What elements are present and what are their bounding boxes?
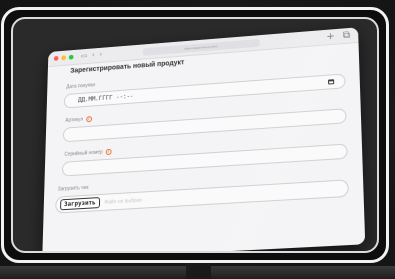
upload-button[interactable]: Загрузить (60, 197, 100, 211)
receipt-label-text: Загрузить чек (57, 184, 89, 193)
purchase-date-label-text: Дата покупки (66, 82, 96, 91)
article-label-text: Артикул (65, 116, 84, 124)
scene: ▭ ‹ › tilda.ru/page/new-product + ⧉ Заре… (0, 0, 395, 279)
screen-perspective: ▭ ‹ › tilda.ru/page/new-product + ⧉ Заре… (13, 19, 377, 251)
forward-icon[interactable]: › (99, 51, 102, 59)
warning-icon: ! (85, 116, 92, 123)
sidebar-icon[interactable]: ▭ (81, 52, 87, 60)
tabs-icon[interactable]: ⧉ (343, 30, 351, 41)
warning-icon: ! (105, 148, 112, 156)
close-window-icon[interactable] (53, 55, 59, 61)
purchase-date-value: ДД.ММ.ГГГГ --:-- (78, 92, 134, 104)
toolbar-right: + ⧉ (326, 30, 350, 43)
browser-window: ▭ ‹ › tilda.ru/page/new-product + ⧉ Заре… (42, 27, 366, 251)
monitor-screen: ▭ ‹ › tilda.ru/page/new-product + ⧉ Заре… (11, 17, 379, 253)
minimize-window-icon[interactable] (61, 55, 67, 61)
back-icon[interactable]: ‹ (92, 51, 95, 59)
monitor-frame: ▭ ‹ › tilda.ru/page/new-product + ⧉ Заре… (1, 7, 389, 263)
serial-label-text: Серийный номер (64, 149, 103, 158)
form-container: Зарегистрировать новый продукт Дата поку… (44, 43, 364, 214)
file-hint: Файл не выбран (104, 197, 142, 206)
calendar-icon[interactable] (327, 79, 335, 85)
monitor-stand-neck (186, 263, 211, 279)
maximize-window-icon[interactable] (68, 54, 74, 60)
plus-icon[interactable]: + (326, 31, 335, 42)
